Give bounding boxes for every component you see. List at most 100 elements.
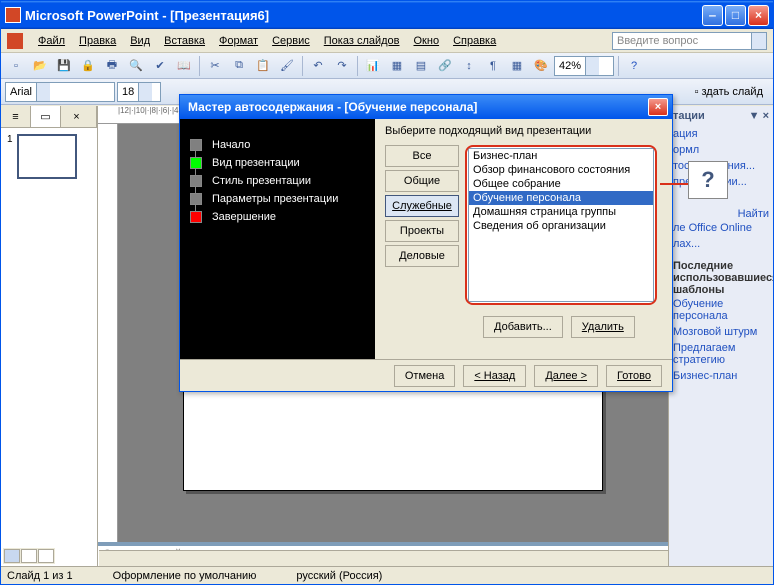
table-icon[interactable]: ▦ bbox=[386, 55, 408, 77]
tables-borders-icon[interactable]: ▤ bbox=[410, 55, 432, 77]
ask-question-box[interactable]: Введите вопрос bbox=[612, 32, 752, 50]
menu-edit[interactable]: Правка bbox=[72, 35, 123, 47]
chevron-down-icon[interactable] bbox=[751, 32, 767, 50]
status-slide: Слайд 1 из 1 bbox=[7, 570, 73, 582]
print-icon[interactable]: 🖶 bbox=[101, 55, 123, 77]
taskpane-link[interactable]: ормл bbox=[673, 142, 769, 158]
list-item[interactable]: Общее собрание bbox=[469, 177, 653, 191]
new-slide-icon: ▫ bbox=[695, 86, 699, 98]
cut-icon[interactable]: ✂ bbox=[204, 55, 226, 77]
cancel-button[interactable]: Отмена bbox=[394, 365, 455, 387]
menu-tools[interactable]: Сервис bbox=[265, 35, 317, 47]
template-listbox[interactable]: Бизнес-план Обзор финансового состояния … bbox=[465, 145, 657, 305]
window-title: Microsoft PowerPoint - [Презентация6] bbox=[25, 8, 702, 23]
status-template: Оформление по умолчанию bbox=[113, 570, 257, 582]
menu-insert[interactable]: Вставка bbox=[157, 35, 212, 47]
permission-icon[interactable]: 🔒 bbox=[77, 55, 99, 77]
category-all-button[interactable]: Все bbox=[385, 145, 459, 167]
standard-toolbar: ▫ 📂 💾 🔒 🖶 🔍 ✔ 📖 ✂ ⧉ 📋 🖌 ↶ ↷ 📊 ▦ ▤ 🔗 ↕ ¶ … bbox=[1, 53, 773, 79]
taskpane-dropdown-icon[interactable]: ▼ × bbox=[749, 110, 769, 122]
list-item[interactable]: Обучение персонала bbox=[469, 191, 653, 205]
show-formatting-icon[interactable]: ¶ bbox=[482, 55, 504, 77]
font-size-combo[interactable]: 18 bbox=[117, 82, 161, 102]
menu-window[interactable]: Окно bbox=[407, 35, 447, 47]
spell-icon[interactable]: ✔ bbox=[149, 55, 171, 77]
category-projects-button[interactable]: Проекты bbox=[385, 220, 459, 242]
font-name-combo[interactable]: Arial bbox=[5, 82, 115, 102]
menu-help[interactable]: Справка bbox=[446, 35, 503, 47]
maximize-button[interactable]: □ bbox=[725, 5, 746, 26]
document-icon[interactable] bbox=[7, 33, 23, 49]
list-item[interactable]: Бизнес-план bbox=[469, 149, 653, 163]
step-square-icon bbox=[190, 157, 202, 169]
copy-icon[interactable]: ⧉ bbox=[228, 55, 250, 77]
taskpane-link[interactable]: ация bbox=[673, 126, 769, 142]
dialog-close-button[interactable]: × bbox=[648, 98, 668, 116]
vertical-ruler bbox=[98, 124, 118, 542]
step-square-icon bbox=[190, 139, 202, 151]
slide-1-thumb[interactable] bbox=[17, 134, 77, 179]
minimize-button[interactable]: ‒ bbox=[702, 5, 723, 26]
paste-icon[interactable]: 📋 bbox=[252, 55, 274, 77]
grid-icon[interactable]: ▦ bbox=[506, 55, 528, 77]
menu-format[interactable]: Формат bbox=[212, 35, 265, 47]
save-icon[interactable]: 💾 bbox=[53, 55, 75, 77]
new-slide-button[interactable]: ▫ здать слайд bbox=[689, 84, 769, 100]
new-icon[interactable]: ▫ bbox=[5, 55, 27, 77]
hyperlink-icon[interactable]: 🔗 bbox=[434, 55, 456, 77]
close-button[interactable]: × bbox=[748, 5, 769, 26]
slide-thumbnail[interactable]: 1 bbox=[7, 134, 91, 179]
powerpoint-icon bbox=[5, 7, 21, 23]
research-icon[interactable]: 📖 bbox=[173, 55, 195, 77]
redo-icon[interactable]: ↷ bbox=[331, 55, 353, 77]
menu-slideshow[interactable]: Показ слайдов bbox=[317, 35, 407, 47]
normal-view-button[interactable] bbox=[4, 549, 20, 563]
recent-template-link[interactable]: Бизнес-план bbox=[673, 368, 769, 384]
category-corporate-button[interactable]: Деловые bbox=[385, 245, 459, 267]
office-online-link[interactable]: ле Office Online bbox=[673, 220, 769, 236]
menu-file[interactable]: Файл bbox=[31, 35, 72, 47]
preview-icon[interactable]: 🔍 bbox=[125, 55, 147, 77]
question-mark-icon: ? bbox=[688, 161, 728, 199]
slideshow-view-button[interactable] bbox=[38, 549, 54, 563]
list-item[interactable]: Домашняя страница группы bbox=[469, 205, 653, 219]
wizard-steps-panel: Начало Вид презентации Стиль презентации… bbox=[180, 119, 375, 359]
chart-icon[interactable]: 📊 bbox=[362, 55, 384, 77]
remove-button[interactable]: Удалить bbox=[571, 316, 635, 338]
status-language: русский (Россия) bbox=[296, 570, 382, 582]
dialog-title: Мастер автосодержания - [Обучение персон… bbox=[184, 100, 648, 114]
undo-icon[interactable]: ↶ bbox=[307, 55, 329, 77]
expand-icon[interactable]: ↕ bbox=[458, 55, 480, 77]
help-callout: ? bbox=[660, 161, 728, 205]
slides-tab[interactable]: ▭ bbox=[31, 106, 61, 127]
templates-link[interactable]: лах... bbox=[673, 236, 769, 252]
category-general-button[interactable]: Общие bbox=[385, 170, 459, 192]
add-button[interactable]: Добавить... bbox=[483, 316, 563, 338]
recent-template-link[interactable]: Предлагаем стратегию bbox=[673, 340, 769, 368]
format-painter-icon[interactable]: 🖌 bbox=[276, 55, 298, 77]
horizontal-scrollbar[interactable] bbox=[99, 550, 668, 566]
recent-template-link[interactable]: Мозговой штурм bbox=[673, 324, 769, 340]
close-pane-button[interactable]: × bbox=[61, 106, 97, 127]
search-link[interactable]: Найти bbox=[738, 206, 769, 222]
list-item[interactable]: Сведения об организации bbox=[469, 219, 653, 233]
titlebar: Microsoft PowerPoint - [Презентация6] ‒ … bbox=[1, 1, 773, 29]
color-icon[interactable]: 🎨 bbox=[530, 55, 552, 77]
list-item[interactable]: Обзор финансового состояния bbox=[469, 163, 653, 177]
taskpane-title: тации bbox=[673, 110, 705, 122]
menu-view[interactable]: Вид bbox=[123, 35, 157, 47]
next-button[interactable]: Далее > bbox=[534, 365, 598, 387]
outline-pane: ≡ ▭ × 1 bbox=[1, 106, 98, 566]
outline-tab[interactable]: ≡ bbox=[1, 106, 31, 127]
statusbar: Слайд 1 из 1 Оформление по умолчанию рус… bbox=[1, 566, 773, 584]
zoom-combo[interactable]: 42% bbox=[554, 56, 614, 76]
help-icon[interactable]: ? bbox=[623, 55, 645, 77]
recent-template-link[interactable]: Обучение персонала bbox=[673, 296, 769, 324]
step-square-icon bbox=[190, 193, 202, 205]
sorter-view-button[interactable] bbox=[21, 549, 37, 563]
finish-button[interactable]: Готово bbox=[606, 365, 662, 387]
recent-templates-header: Последние использовавшиеся шаблоны bbox=[673, 260, 769, 296]
open-icon[interactable]: 📂 bbox=[29, 55, 51, 77]
category-business-button[interactable]: Служебные bbox=[385, 195, 459, 217]
back-button[interactable]: < Назад bbox=[463, 365, 526, 387]
